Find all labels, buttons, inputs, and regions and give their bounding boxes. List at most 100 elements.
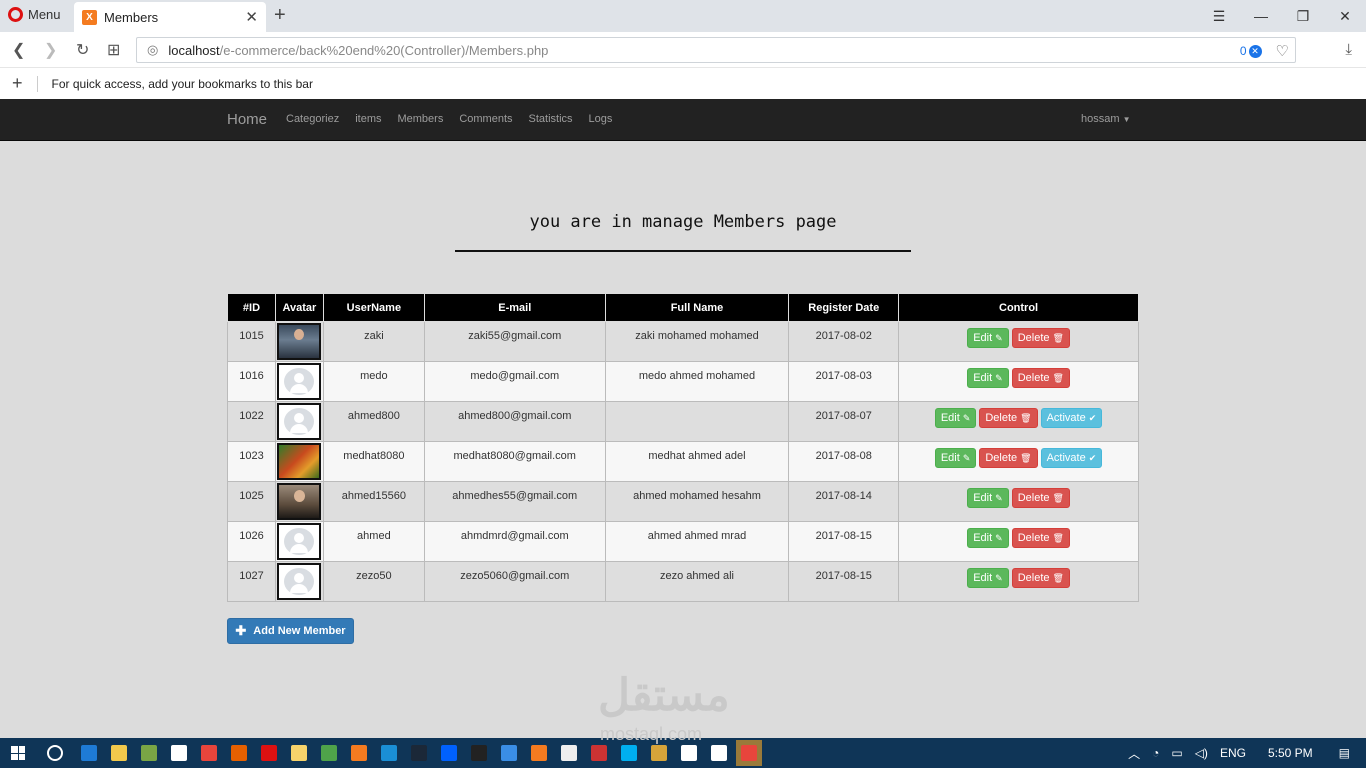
edit-button[interactable]: Edit ✎ (967, 528, 1009, 548)
edit-button[interactable]: Edit ✎ (967, 568, 1009, 588)
window-controls: ☰ — ❐ ✕ (1198, 0, 1366, 32)
back-arrow-icon[interactable]: ❮ (12, 40, 25, 60)
speed-dial-icon[interactable]: ⊞ (107, 40, 120, 60)
tray-chevron-up-icon[interactable]: ︿ (1128, 745, 1140, 762)
wifi-icon[interactable]: ◔ (1152, 746, 1159, 760)
delete-button[interactable]: Delete 🗑 (1011, 528, 1070, 548)
edit-button[interactable]: Edit ✎ (967, 328, 1009, 348)
nav-link-comments[interactable]: Comments (459, 113, 512, 125)
download-icon[interactable]: ⤓ (1345, 41, 1352, 58)
tab-menu-icon[interactable]: ☰ (1198, 8, 1240, 25)
delete-button-label: Delete (1017, 332, 1050, 344)
taskbar-chrome-icon[interactable] (196, 740, 222, 766)
taskbar-edge-icon[interactable] (76, 740, 102, 766)
edit-button[interactable]: Edit ✎ (934, 448, 977, 468)
taskbar-steam-icon[interactable] (406, 740, 432, 766)
cell-avatar (274, 401, 324, 442)
tab-close-icon[interactable]: ✕ (245, 8, 258, 26)
forward-arrow-icon[interactable]: ❯ (44, 40, 57, 60)
delete-button[interactable]: Delete 🗑 (979, 408, 1038, 428)
nav-link-members[interactable]: Members (397, 113, 443, 125)
nav-link-logs[interactable]: Logs (589, 113, 613, 125)
cell-username: medhat8080 (322, 441, 425, 482)
edit-button[interactable]: Edit ✎ (967, 368, 1009, 388)
volume-icon[interactable]: ◁) (1195, 746, 1208, 760)
cell-username: medo (322, 361, 425, 402)
nav-link-items[interactable]: items (355, 113, 381, 125)
table-row: 1022 ahmed800 ahmed800@gmail.com 2017-08-07… (227, 401, 1139, 442)
taskbar-mail-icon[interactable] (706, 740, 732, 766)
taskbar-dropbox-icon[interactable] (436, 740, 462, 766)
default-avatar-icon (277, 523, 322, 560)
taskbar-teamviewer-icon[interactable] (376, 740, 402, 766)
taskbar-media-icon[interactable] (466, 740, 492, 766)
delete-button-label: Delete (1017, 492, 1050, 504)
taskbar-dreamweaver-icon[interactable] (316, 740, 342, 766)
add-bookmark-icon[interactable]: + (12, 73, 23, 94)
plus-icon: ✚ (235, 623, 247, 638)
delete-button-label: Delete (985, 412, 1018, 424)
delete-button[interactable]: Delete 🗑 (979, 448, 1038, 468)
cell-control: Edit ✎ Delete 🗑 Activate ✔ (898, 441, 1139, 482)
activate-button[interactable]: Activate ✔ (1040, 448, 1103, 468)
edit-button[interactable]: Edit ✎ (934, 408, 977, 428)
taskbar-firefox-icon[interactable] (226, 740, 252, 766)
trash-icon: 🗑 (1052, 572, 1064, 583)
taskbar-xampp-b-icon[interactable] (526, 740, 552, 766)
taskbar-store-a-icon[interactable] (136, 740, 162, 766)
close-window-icon[interactable]: ✕ (1324, 8, 1366, 25)
teamviewer-app-icon (381, 745, 397, 761)
edit-button[interactable]: Edit ✎ (967, 488, 1009, 508)
edit-button-label: Edit (973, 572, 993, 584)
user-dropdown[interactable]: hossam ▼ (1081, 113, 1131, 125)
taskbar-tray-a-icon[interactable] (556, 740, 582, 766)
new-tab-plus-icon[interactable]: + (274, 4, 286, 27)
delete-button[interactable]: Delete 🗑 (1011, 488, 1070, 508)
start-button[interactable] (0, 746, 36, 760)
add-new-member-button[interactable]: ✚ Add New Member (227, 618, 354, 644)
vpn-badge[interactable]: 0 ✕ (1240, 44, 1262, 58)
url-input[interactable]: ◎ localhost /e-commerce/back%20end%20(Co… (136, 37, 1296, 63)
activate-button[interactable]: Activate ✔ (1040, 408, 1103, 428)
battery-icon[interactable]: ▭ (1171, 746, 1182, 760)
nav-link-statistics[interactable]: Statistics (529, 113, 573, 125)
cell-control: Edit ✎ Delete 🗑 (898, 321, 1139, 362)
cell-id: 1027 (227, 561, 276, 602)
cortana-search-icon[interactable] (47, 745, 63, 761)
url-path: /e-commerce/back%20end%20(Controller)/Me… (219, 42, 549, 58)
caret-down-icon: ▼ (1122, 115, 1131, 124)
minimize-icon[interactable]: — (1240, 8, 1282, 24)
taskbar-notes-icon[interactable] (286, 740, 312, 766)
opera-menu-button[interactable]: Menu (8, 7, 61, 22)
edit-button-label: Edit (973, 532, 993, 544)
heart-bookmark-icon[interactable]: ♡ (1276, 42, 1289, 60)
restore-icon[interactable]: ❐ (1282, 8, 1324, 25)
globe-icon: ◎ (147, 42, 159, 57)
vpn-count: 0 (1239, 44, 1247, 58)
delete-button[interactable]: Delete 🗑 (1011, 568, 1070, 588)
taskbar-chrome-b-icon[interactable] (736, 740, 762, 766)
taskbar-xampp-a-icon[interactable] (346, 740, 372, 766)
table-row: 1025 ahmed15560 ahmedhes55@gmail.com ahmed … (227, 481, 1139, 522)
edit-button-label: Edit (940, 412, 960, 424)
taskbar-network-icon[interactable] (496, 740, 522, 766)
media-app-icon (471, 745, 487, 761)
language-indicator[interactable]: ENG (1220, 746, 1246, 760)
clock[interactable]: 5:50 PM (1268, 746, 1313, 760)
cell-fullname: ahmed mohamed hesahm (604, 481, 790, 522)
cell-username: ahmed (322, 521, 425, 562)
taskbar-opera-icon[interactable] (256, 740, 282, 766)
cell-control: Edit ✎ Delete 🗑 Activate ✔ (898, 401, 1139, 442)
nav-link-categoriez[interactable]: Categoriez (286, 113, 339, 125)
delete-button[interactable]: Delete 🗑 (1011, 368, 1070, 388)
col-header-register-date: Register Date (788, 293, 900, 322)
reload-icon[interactable]: ↻ (76, 40, 89, 60)
delete-button[interactable]: Delete 🗑 (1011, 328, 1070, 348)
taskbar-store-b-icon[interactable] (166, 740, 192, 766)
tab-members[interactable]: X Members ✕ (74, 2, 266, 32)
taskbar-explorer-icon[interactable] (106, 740, 132, 766)
notifications-icon[interactable]: ▤ (1339, 746, 1350, 760)
opera-app-icon (261, 745, 277, 761)
nav-brand-home[interactable]: Home (227, 111, 267, 128)
groove-app-icon (681, 745, 697, 761)
